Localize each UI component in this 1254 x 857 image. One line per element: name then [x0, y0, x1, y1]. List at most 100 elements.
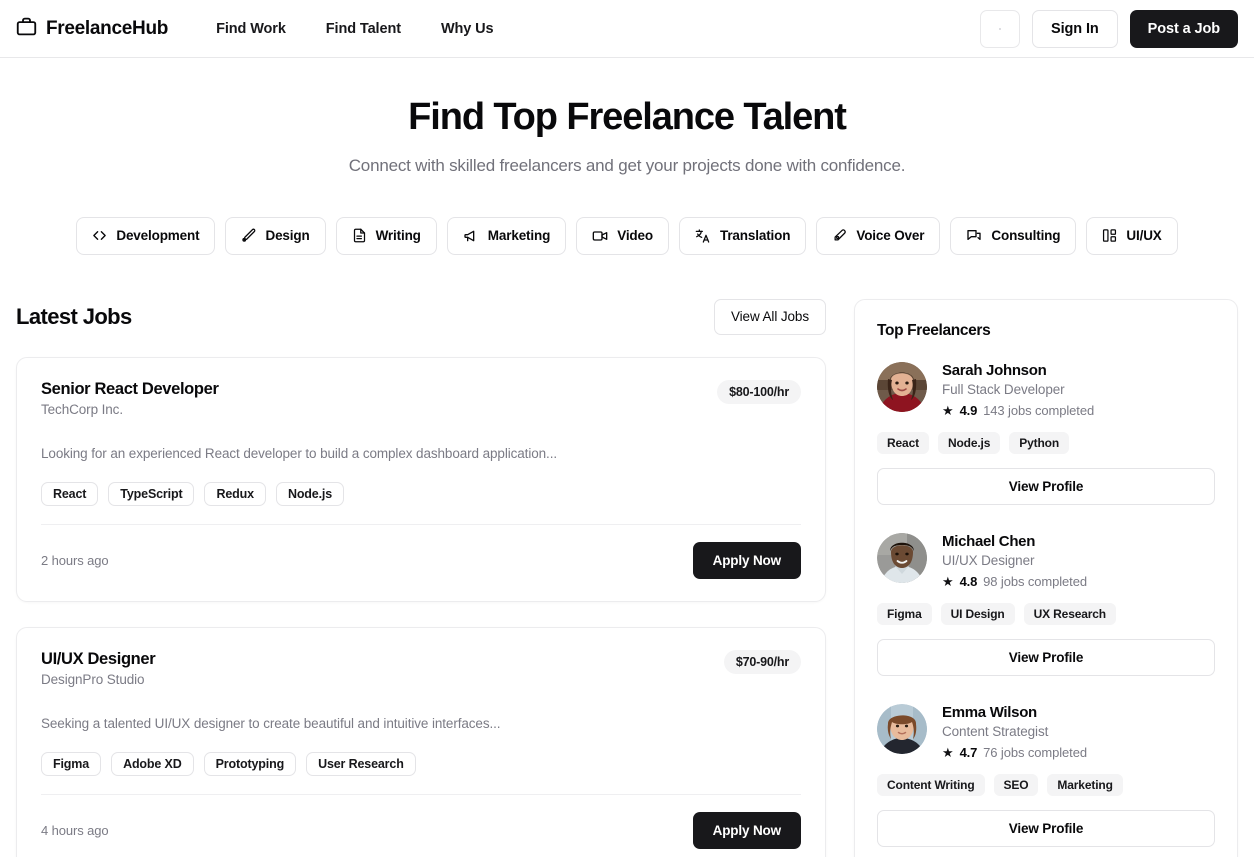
job-title: Senior React Developer — [41, 379, 219, 398]
theme-toggle-button[interactable] — [980, 9, 1021, 48]
category-label: Voice Over — [856, 228, 925, 244]
nav-item-find-talent[interactable]: Find Talent — [326, 21, 401, 37]
category-chip-consulting[interactable]: Consulting — [950, 216, 1077, 255]
view-profile-button[interactable]: View Profile — [877, 467, 1215, 505]
hero-section: Find Top Freelance Talent Connect with s… — [0, 58, 1254, 176]
category-chip-development[interactable]: Development — [76, 216, 216, 255]
skill-tag: TypeScript — [108, 481, 195, 506]
freelancer-item[interactable]: Sarah Johnson Full Stack Developer ★ 4.9… — [877, 361, 1215, 527]
category-label: Consulting — [991, 228, 1061, 244]
freelancer-jobs-completed: 143 jobs completed — [983, 402, 1095, 418]
top-navigation-bar: FreelanceHub Find Work Find Talent Why U… — [0, 0, 1254, 58]
apply-now-button[interactable]: Apply Now — [692, 811, 801, 849]
job-description: Looking for an experienced React develop… — [41, 445, 557, 461]
category-chip-video[interactable]: Video — [576, 216, 669, 255]
freelancer-role: Content Strategist — [942, 723, 1049, 739]
skill-tag: Content Writing — [877, 773, 985, 796]
category-label: Writing — [375, 228, 421, 244]
star-icon: ★ — [942, 402, 954, 418]
job-title: UI/UX Designer — [41, 649, 156, 668]
salary-badge: $80-100/hr — [717, 379, 801, 404]
freelancer-item[interactable]: Emma Wilson Content Strategist ★ 4.7 76 … — [877, 703, 1215, 857]
skill-tag: Node.js — [275, 481, 345, 506]
category-chip-design[interactable]: Design — [225, 216, 326, 255]
brand-name: FreelanceHub — [46, 17, 169, 39]
freelancer-rating: 4.7 — [959, 744, 978, 760]
freelancer-skill-tags: Content Writing SEO Marketing — [877, 773, 1215, 796]
category-label: Development — [116, 228, 200, 244]
nav-item-why-us[interactable]: Why Us — [441, 21, 494, 37]
message-square-icon — [966, 228, 982, 244]
video-camera-icon — [592, 228, 608, 244]
panel-title-top-freelancers: Top Freelancers — [877, 321, 991, 339]
job-identity: UI/UX Designer DesignPro Studio — [41, 649, 156, 687]
category-chip-writing[interactable]: Writing — [335, 216, 437, 255]
layout-panel-icon — [1102, 228, 1117, 243]
skill-tag: Marketing — [1047, 773, 1123, 796]
freelancer-details: Emma Wilson Content Strategist ★ 4.7 76 … — [942, 704, 1087, 760]
code-icon — [92, 228, 107, 243]
hero-subtitle: Connect with skilled freelancers and get… — [348, 155, 906, 175]
star-icon: ★ — [942, 573, 954, 589]
job-card[interactable]: Senior React Developer TechCorp Inc. $80… — [16, 356, 826, 602]
freelancer-name: Sarah Johnson — [942, 361, 1047, 379]
freelancer-skill-tags: Figma UI Design UX Research — [877, 602, 1215, 625]
skill-tag: User Research — [306, 751, 416, 776]
latest-jobs-header: Latest Jobs View All Jobs — [16, 298, 826, 335]
category-label: Marketing — [487, 228, 551, 244]
latest-jobs-column: Latest Jobs View All Jobs Senior React D… — [16, 298, 826, 857]
microphone-icon — [832, 228, 847, 243]
job-card-header: UI/UX Designer DesignPro Studio $70-90/h… — [41, 649, 801, 687]
nav-item-find-work[interactable]: Find Work — [216, 21, 286, 37]
star-icon: ★ — [942, 744, 954, 760]
freelancer-details: Sarah Johnson Full Stack Developer ★ 4.9… — [942, 362, 1094, 418]
category-filter-bar: Development Design Writing Marketing Vid… — [0, 216, 1254, 255]
category-chip-ui-ux[interactable]: UI/UX — [1086, 216, 1178, 255]
avatar — [877, 361, 927, 412]
paintbrush-icon — [241, 228, 256, 243]
job-description: Seeking a talented UI/UX designer to cre… — [41, 715, 501, 731]
skill-tag: Figma — [41, 751, 102, 776]
freelancer-row: Emma Wilson Content Strategist ★ 4.7 76 … — [877, 703, 1215, 760]
job-company: DesignPro Studio — [41, 671, 145, 687]
post-a-job-button[interactable]: Post a Job — [1129, 9, 1238, 48]
avatar — [877, 703, 927, 754]
job-card-header: Senior React Developer TechCorp Inc. $80… — [41, 379, 801, 417]
job-skill-tags: Figma Adobe XD Prototyping User Research — [41, 751, 801, 776]
freelancer-item[interactable]: Michael Chen UI/UX Designer ★ 4.8 98 job… — [877, 532, 1215, 698]
view-profile-button[interactable]: View Profile — [877, 638, 1215, 676]
category-chip-translation[interactable]: Translation — [678, 216, 807, 255]
brand-logo[interactable]: FreelanceHub — [16, 16, 168, 42]
skill-tag: Node.js — [937, 431, 1001, 454]
file-text-icon — [352, 228, 367, 243]
category-label: UI/UX — [1126, 228, 1162, 244]
skill-tag: React — [41, 481, 99, 506]
page-title: Find Top Freelance Talent — [408, 96, 847, 138]
freelancer-rating: 4.9 — [959, 402, 978, 418]
skill-tag: Figma — [877, 602, 932, 625]
job-skill-tags: React TypeScript Redux Node.js — [41, 481, 801, 506]
freelancer-stats: ★ 4.8 98 jobs completed — [942, 574, 1087, 589]
skill-tag: Redux — [204, 481, 266, 506]
job-card[interactable]: UI/UX Designer DesignPro Studio $70-90/h… — [16, 626, 826, 857]
category-chip-marketing[interactable]: Marketing — [446, 216, 567, 255]
theme-toggle-icon — [999, 27, 1002, 30]
main-nav: Find Work Find Talent Why Us — [216, 21, 494, 37]
skill-tag: UI Design — [940, 602, 1015, 625]
skill-tag: Adobe XD — [111, 751, 194, 776]
apply-now-button[interactable]: Apply Now — [692, 541, 801, 579]
freelancer-jobs-completed: 76 jobs completed — [983, 744, 1087, 760]
header-actions: Sign In Post a Job — [980, 9, 1238, 48]
section-title-latest-jobs: Latest Jobs — [16, 303, 132, 329]
view-all-jobs-button[interactable]: View All Jobs — [714, 298, 826, 335]
freelancer-name: Emma Wilson — [942, 703, 1037, 721]
category-label: Translation — [719, 228, 791, 244]
job-card-footer: 4 hours ago Apply Now — [41, 793, 801, 857]
category-label: Video — [617, 228, 653, 244]
job-posted-time: 2 hours ago — [41, 552, 109, 568]
view-profile-button[interactable]: View Profile — [877, 809, 1215, 847]
category-chip-voice-over[interactable]: Voice Over — [816, 216, 941, 255]
freelancer-rating: 4.8 — [959, 573, 978, 589]
sign-in-button[interactable]: Sign In — [1032, 9, 1118, 48]
freelancer-row: Michael Chen UI/UX Designer ★ 4.8 98 job… — [877, 532, 1215, 589]
